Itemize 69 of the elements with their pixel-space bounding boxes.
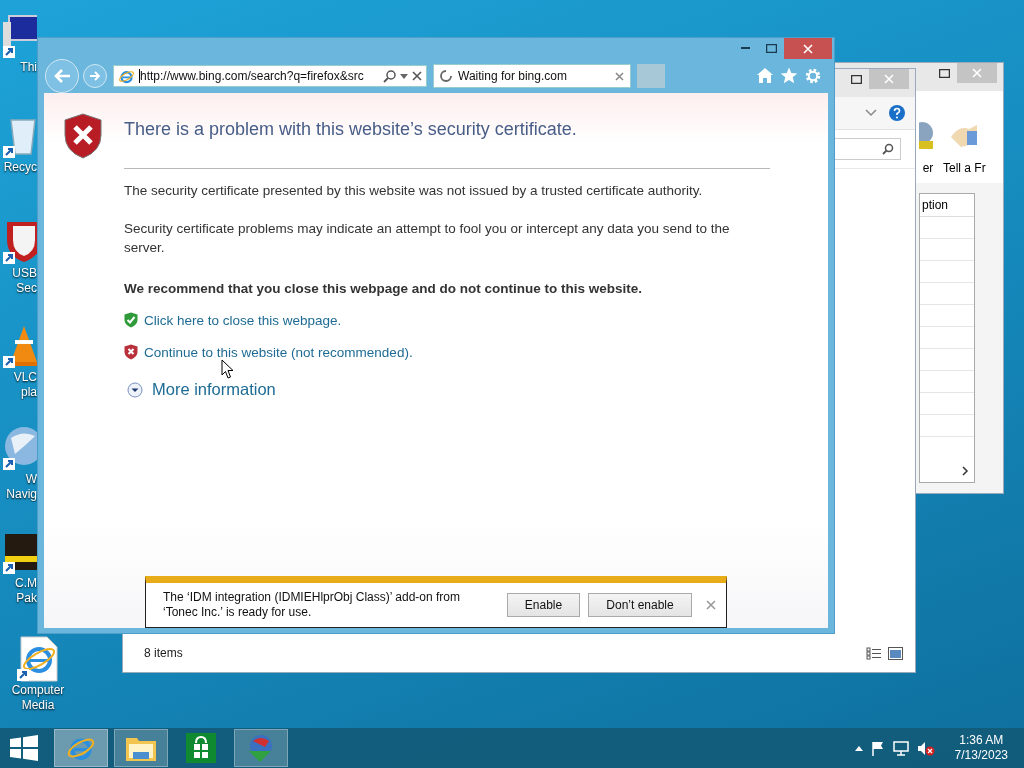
shield-check-icon	[124, 312, 138, 328]
status-text: 8 items	[144, 646, 183, 660]
back-button[interactable]	[45, 59, 79, 93]
toolbar-label[interactable]: Tell a Fr	[943, 161, 986, 175]
desktop-icon-label[interactable]: Recyc	[3, 160, 37, 175]
large-icons-view-icon[interactable]	[888, 646, 903, 660]
maximize-icon	[938, 68, 950, 78]
shopping-bag-icon	[186, 733, 216, 763]
network-icon[interactable]	[892, 740, 909, 756]
maximize-icon	[765, 43, 777, 53]
dont-enable-button[interactable]: Don’t enable	[588, 593, 692, 617]
shield-error-icon	[124, 344, 138, 360]
warning-paragraph: Security certificate problems may indicate an attempt to fool you or intercept any data you send to the server.	[124, 220, 731, 257]
desktop-icon-label[interactable]: C.M	[15, 576, 37, 591]
desktop-icon-label[interactable]: pla	[21, 385, 37, 400]
recommendation-text: We recommend that you close this webpage and do not continue to this website.	[124, 281, 644, 296]
browser-tab[interactable]: Waiting for bing.com	[433, 64, 631, 88]
notification-message: The ‘IDM integration (IDMIEHlprObj Class)’ add-on from ‘Tonec Inc.’ is ready for use.	[163, 590, 461, 620]
more-information-link[interactable]: More information	[152, 380, 276, 399]
page-heading: There is a problem with this website’s security certificate.	[124, 119, 770, 169]
shield-error-icon	[64, 113, 102, 159]
dropdown-arrow-icon[interactable]	[400, 73, 408, 79]
continue-link[interactable]: Continue to this website (not recommended).	[144, 344, 413, 360]
desktop-icon-label[interactable]: W	[25, 472, 37, 487]
desktop-shortcut-icon[interactable]	[1, 12, 37, 60]
loading-spinner-icon	[440, 70, 452, 82]
settings-icon[interactable]	[804, 67, 822, 85]
close-icon	[803, 43, 813, 54]
stop-icon[interactable]	[412, 71, 422, 81]
column-header[interactable]: ption	[920, 194, 974, 217]
home-icon[interactable]	[756, 67, 774, 84]
desktop-icon-label[interactable]: Navig	[6, 487, 37, 502]
clock-date[interactable]: 7/13/2023	[954, 748, 1008, 763]
desktop-icon-label[interactable]: Sec	[16, 281, 37, 296]
speaker-muted-icon[interactable]	[916, 740, 935, 756]
chevron-down-icon[interactable]	[865, 109, 877, 117]
address-bar[interactable]: http://www.bing.com/search?q=firefox&src	[113, 65, 427, 87]
close-icon	[972, 68, 982, 78]
enable-button[interactable]: Enable	[507, 593, 580, 617]
minimize-icon	[740, 47, 750, 49]
desktop-icon-label[interactable]: VLC	[13, 370, 37, 385]
arrow-left-icon	[53, 68, 71, 84]
clock-time[interactable]: 1:36 AM	[959, 733, 1004, 748]
star-icon[interactable]	[780, 67, 798, 84]
search-field[interactable]	[833, 138, 901, 160]
desktop-icon-label[interactable]: USB	[12, 266, 37, 281]
close-button[interactable]	[784, 38, 832, 59]
details-view-icon[interactable]	[866, 646, 882, 660]
toolbar-label[interactable]: er	[922, 161, 934, 175]
close-icon	[706, 600, 716, 610]
expand-circle-icon[interactable]	[127, 381, 143, 398]
close-page-link[interactable]: Click here to close this webpage.	[144, 312, 342, 328]
maximize-icon	[850, 74, 862, 84]
help-icon[interactable]	[889, 105, 905, 121]
mouse-pointer-icon	[221, 359, 234, 379]
flag-icon[interactable]	[870, 740, 885, 756]
forward-button[interactable]	[83, 64, 107, 88]
windows-logo-icon	[10, 735, 38, 761]
close-icon	[884, 74, 894, 84]
search-icon[interactable]	[383, 69, 396, 83]
warning-paragraph: The security certificate presented by this website was not issued by a trusted certificate authority.	[124, 182, 704, 200]
show-hidden-icons-icon[interactable]	[854, 745, 863, 751]
desktop-icon-label[interactable]: Computer	[11, 683, 65, 698]
arrow-right-icon	[89, 71, 101, 81]
close-tab-icon[interactable]	[615, 71, 624, 81]
search-icon	[882, 143, 894, 155]
taskbar-app-button[interactable]	[114, 729, 168, 767]
desktop-icon-label[interactable]: Pak	[16, 591, 37, 606]
desktop-icon-label[interactable]: Media	[21, 698, 55, 713]
